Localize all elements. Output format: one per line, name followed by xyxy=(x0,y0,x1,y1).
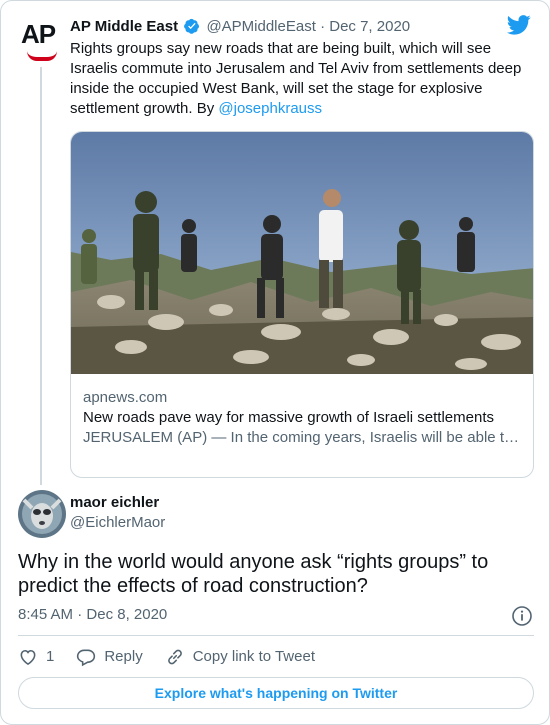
explore-twitter-button[interactable]: Explore what's happening on Twitter xyxy=(18,677,534,709)
link-card-title: New roads pave way for massive growth of… xyxy=(83,409,494,426)
parent-tweet-header: AP Middle East @APMiddleEast · Dec 7, 20… xyxy=(70,17,536,37)
dot-separator: · xyxy=(320,18,326,35)
ap-logo-underline xyxy=(27,51,57,61)
link-card-text: apnews.com New roads pave way for massiv… xyxy=(83,388,523,448)
heart-icon xyxy=(20,649,36,666)
like-button[interactable]: 1 xyxy=(18,647,54,667)
display-name[interactable]: maor eichler xyxy=(70,493,159,513)
copy-link-button[interactable]: Copy link to Tweet xyxy=(165,647,315,667)
parent-handle[interactable]: @APMiddleEast xyxy=(206,18,315,35)
user-handle[interactable]: @EichlerMaor xyxy=(70,513,165,533)
info-icon[interactable] xyxy=(511,605,533,627)
divider xyxy=(18,635,534,636)
like-count: 1 xyxy=(46,648,55,665)
link-card-domain: apnews.com xyxy=(83,389,168,406)
ap-avatar[interactable]: AP xyxy=(21,17,61,63)
link-preview-card[interactable]: apnews.com New roads pave way for massiv… xyxy=(70,131,534,478)
parent-tweet-text: Rights groups say new roads that are bei… xyxy=(70,39,536,119)
tweet-time: 8:45 AM xyxy=(18,606,74,623)
author-mention-link[interactable]: @josephkrauss xyxy=(218,100,322,117)
tweet-actions: 1 Reply Copy link to Tweet xyxy=(18,646,337,668)
tweet-timestamp[interactable]: 8:45 AM · Dec 8, 2020 xyxy=(18,605,167,625)
tweet-date: Dec 8, 2020 xyxy=(86,606,168,623)
article-photo xyxy=(71,132,533,374)
parent-display-name[interactable]: AP Middle East xyxy=(70,18,178,35)
reply-button[interactable]: Reply xyxy=(76,647,143,667)
link-icon xyxy=(167,649,182,665)
avatar-image xyxy=(18,490,66,538)
dot-separator: · xyxy=(77,606,83,623)
copy-link-label: Copy link to Tweet xyxy=(192,648,315,665)
link-card-description: JERUSALEM (AP) — In the coming years, Is… xyxy=(83,429,523,446)
tweet-text: Why in the world would anyone ask “right… xyxy=(18,551,489,597)
parent-date[interactable]: Dec 7, 2020 xyxy=(329,18,410,35)
reply-bubble-icon xyxy=(77,649,96,667)
thread-connector-line xyxy=(40,67,42,485)
avatar[interactable] xyxy=(18,490,66,538)
embedded-tweet-card: AP AP Middle East @APMiddleEast · Dec 7,… xyxy=(0,0,550,725)
verified-badge-icon xyxy=(184,18,200,34)
ap-logo: AP xyxy=(21,19,56,49)
parent-tweet: AP Middle East @APMiddleEast · Dec 7, 20… xyxy=(70,17,536,119)
reply-label: Reply xyxy=(104,648,143,665)
